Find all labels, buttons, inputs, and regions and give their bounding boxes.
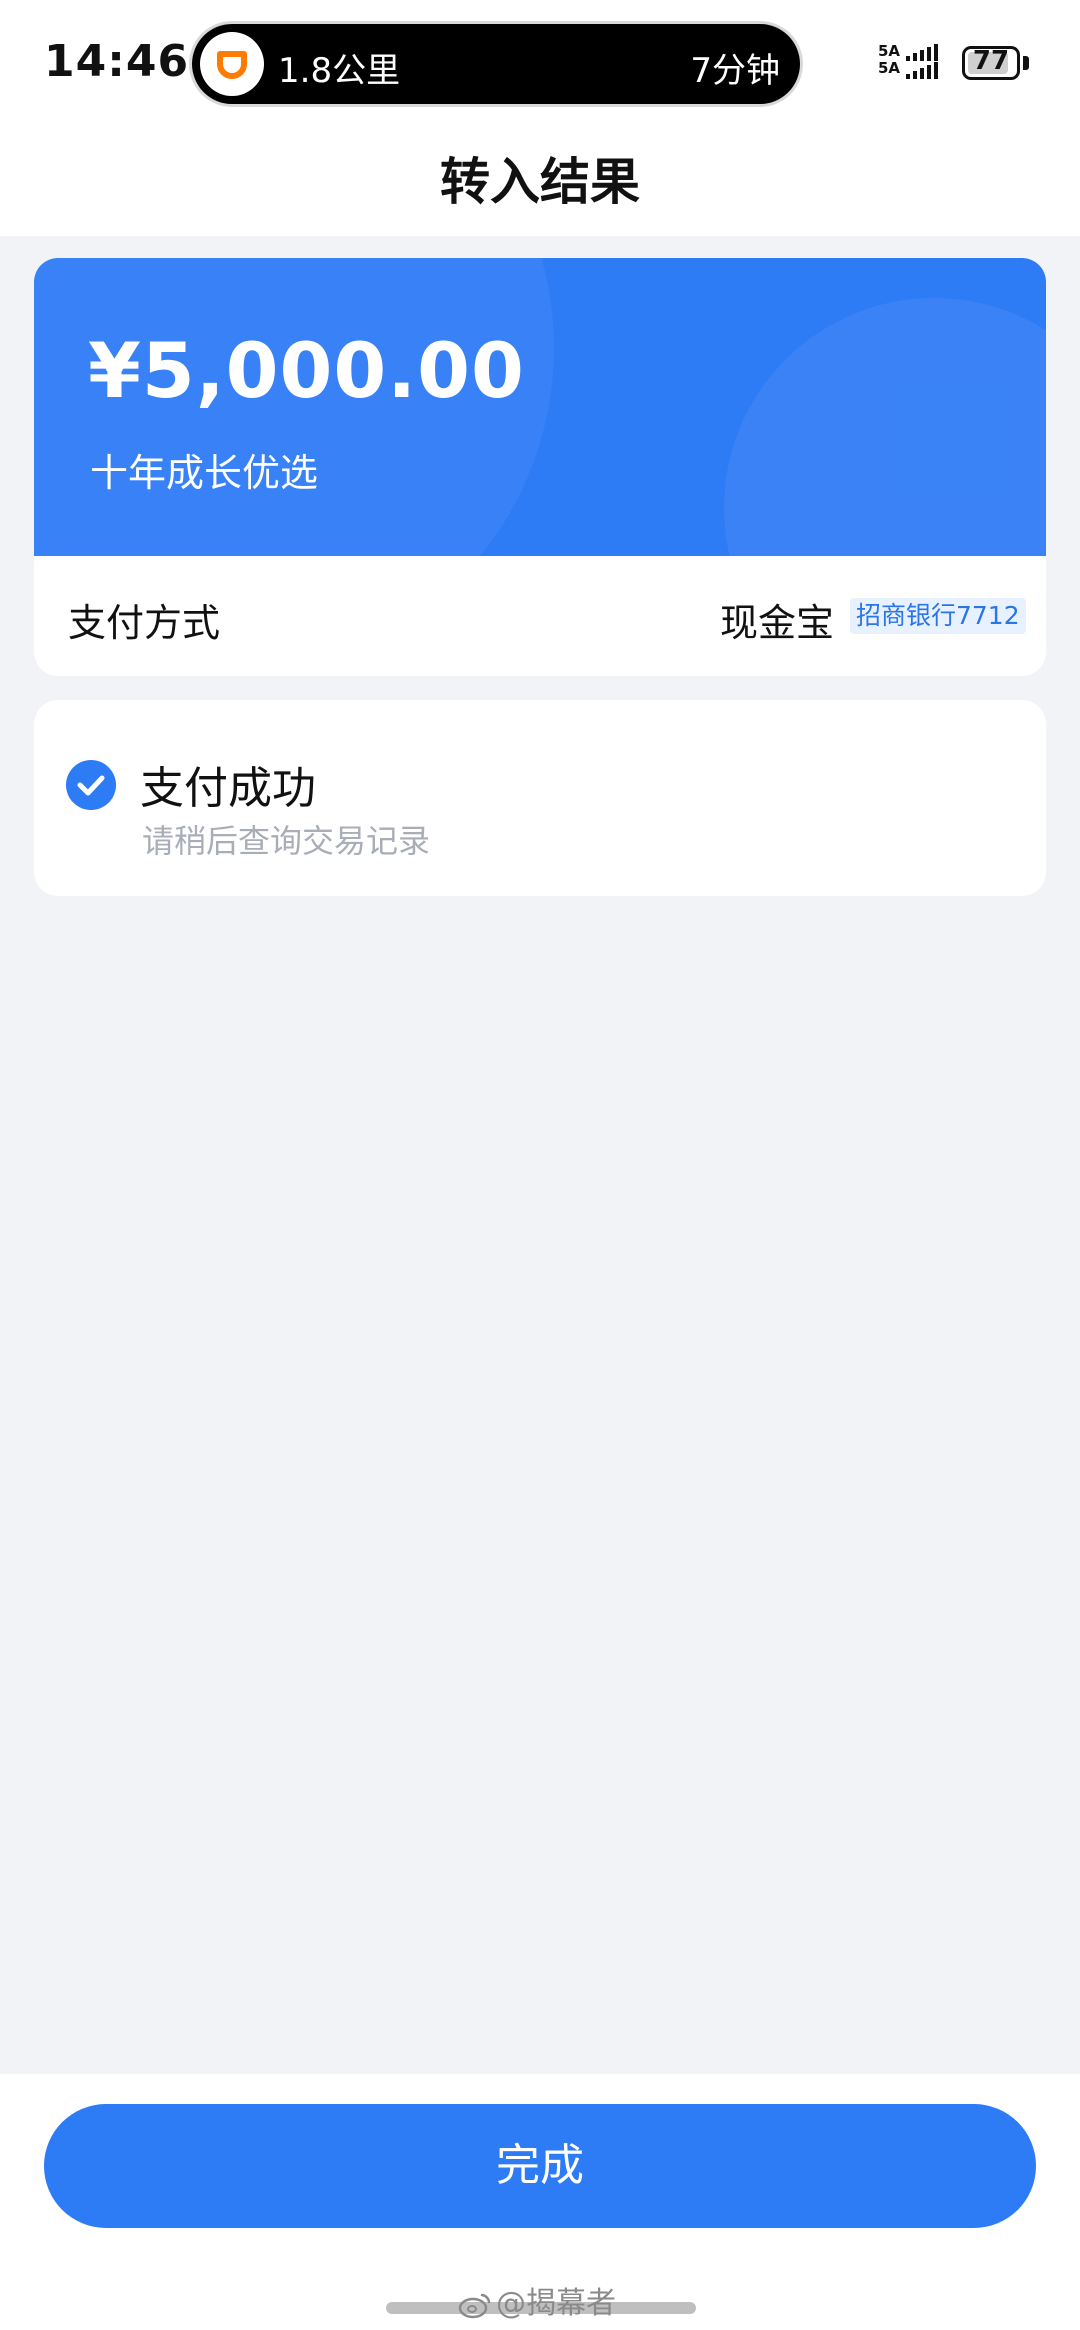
check-circle-icon: [66, 760, 116, 810]
bottom-bar: 完成 @揭幕者: [0, 2074, 1080, 2330]
payment-method-row: 支付方式 现金宝 招商银行7712: [34, 556, 1046, 676]
transfer-amount: ¥5,000.00: [88, 326, 525, 415]
bank-card-tag: 招商银行7712: [850, 598, 1026, 634]
battery-tip: [1023, 56, 1029, 70]
product-name: 十年成长优选: [90, 451, 319, 495]
battery-icon: 77: [962, 46, 1020, 80]
done-button[interactable]: 完成: [44, 2104, 1036, 2228]
payment-status-card: 支付成功 请稍后查询交易记录: [34, 700, 1046, 896]
hero-decoration: [724, 298, 1046, 556]
ride-live-activity[interactable]: 1.8公里 7分钟: [192, 24, 800, 104]
watermark: @揭幕者: [458, 2278, 616, 2322]
amount-hero: ¥5,000.00 十年成长优选: [34, 258, 1046, 556]
payment-method-label: 支付方式: [68, 601, 221, 645]
battery-level: 77: [972, 46, 1010, 76]
weibo-icon: [458, 2293, 491, 2318]
ride-eta: 7分钟: [690, 51, 780, 91]
didi-logo-icon: [200, 32, 264, 96]
amount-card: ¥5,000.00 十年成长优选 支付方式 现金宝 招商银行7712: [34, 258, 1046, 676]
status-bar: 14:46 1.8公里 7分钟 5A 5A 77: [0, 0, 1080, 120]
status-title: 支付成功: [140, 763, 316, 814]
page-title: 转入结果: [440, 153, 640, 211]
cell-signal-icon: 5A 5A: [878, 44, 948, 80]
status-time: 14:46: [44, 36, 190, 87]
watermark-text: @揭幕者: [496, 2286, 616, 2321]
ride-distance: 1.8公里: [278, 51, 401, 91]
title-bar: 转入结果: [0, 120, 1080, 236]
payment-method-value: 现金宝: [720, 601, 835, 645]
status-subtitle: 请稍后查询交易记录: [142, 822, 431, 860]
